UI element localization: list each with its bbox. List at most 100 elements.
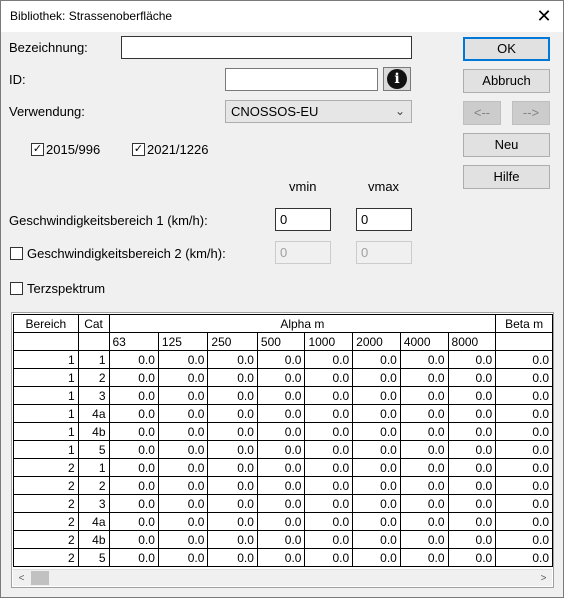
cell-alpha-8000[interactable]: 0.0 [447,368,497,387]
cell-alpha-8000[interactable]: 0.0 [447,458,497,477]
cell-alpha-250[interactable]: 0.0 [207,458,258,477]
cell-alpha-8000[interactable]: 0.0 [447,386,497,405]
cell-alpha-125[interactable]: 0.0 [157,440,209,459]
cell-alpha-1000[interactable]: 0.0 [304,422,354,441]
speed2-checkbox[interactable] [10,247,23,260]
cell-cat[interactable]: 2 [77,476,110,495]
cell-beta[interactable]: 0.0 [495,458,553,477]
cell-alpha-63[interactable]: 0.0 [108,476,159,495]
cell-alpha-8000[interactable]: 0.0 [447,548,497,567]
table-row[interactable]: 2 4b 0.0 0.0 0.0 0.0 0.0 0.0 0.0 0.0 0.0 [13,530,553,549]
cell-alpha-500[interactable]: 0.0 [256,440,306,459]
table-row[interactable]: 2 4a 0.0 0.0 0.0 0.0 0.0 0.0 0.0 0.0 0.0 [13,512,553,531]
cell-alpha-125[interactable]: 0.0 [157,494,209,513]
cell-alpha-63[interactable]: 0.0 [108,494,159,513]
cell-alpha-250[interactable]: 0.0 [207,476,258,495]
cell-alpha-500[interactable]: 0.0 [256,404,306,423]
cell-alpha-2000[interactable]: 0.0 [352,422,401,441]
scroll-right-icon[interactable]: > [535,571,552,586]
cell-cat[interactable]: 5 [77,548,110,567]
cell-alpha-250[interactable]: 0.0 [207,530,258,549]
cell-alpha-4000[interactable]: 0.0 [399,404,449,423]
table-row[interactable]: 1 2 0.0 0.0 0.0 0.0 0.0 0.0 0.0 0.0 0.0 [13,368,553,387]
cell-alpha-1000[interactable]: 0.0 [304,350,354,369]
coefficient-grid[interactable]: Bereich Cat Alpha m Beta m 63 125 250 500 10… [11,312,554,588]
cell-alpha-125[interactable]: 0.0 [157,422,209,441]
cell-alpha-63[interactable]: 0.0 [108,422,159,441]
cell-alpha-8000[interactable]: 0.0 [447,530,497,549]
close-icon[interactable]: ✕ [531,4,557,28]
cell-alpha-250[interactable]: 0.0 [207,548,258,567]
cell-alpha-1000[interactable]: 0.0 [304,404,354,423]
cell-alpha-4000[interactable]: 0.0 [399,512,449,531]
cell-alpha-250[interactable]: 0.0 [207,512,258,531]
cell-bereich[interactable]: 2 [13,476,79,495]
cell-alpha-125[interactable]: 0.0 [157,368,209,387]
cell-alpha-500[interactable]: 0.0 [256,422,306,441]
prev-button[interactable]: <-- [463,101,501,125]
speed2-vmin-input[interactable]: 0 [275,241,331,264]
cell-alpha-500[interactable]: 0.0 [256,476,306,495]
cell-alpha-2000[interactable]: 0.0 [352,476,401,495]
speed2-vmax-input[interactable]: 0 [356,241,412,264]
table-row[interactable]: 2 1 0.0 0.0 0.0 0.0 0.0 0.0 0.0 0.0 0.0 [13,458,553,477]
cell-alpha-500[interactable]: 0.0 [256,350,306,369]
cell-alpha-250[interactable]: 0.0 [207,368,258,387]
next-button[interactable]: --> [512,101,550,125]
cell-beta[interactable]: 0.0 [495,494,553,513]
table-row[interactable]: 2 5 0.0 0.0 0.0 0.0 0.0 0.0 0.0 0.0 0.0 [13,548,553,567]
scroll-left-icon[interactable]: < [13,571,30,586]
cell-alpha-8000[interactable]: 0.0 [447,512,497,531]
cell-beta[interactable]: 0.0 [495,404,553,423]
cell-alpha-250[interactable]: 0.0 [207,350,258,369]
cell-bereich[interactable]: 1 [13,440,79,459]
scroll-thumb[interactable] [31,571,49,585]
cell-alpha-125[interactable]: 0.0 [157,386,209,405]
cell-alpha-1000[interactable]: 0.0 [304,476,354,495]
horizontal-scrollbar[interactable]: < > [13,569,552,586]
cell-alpha-63[interactable]: 0.0 [108,440,159,459]
cell-cat[interactable]: 3 [77,386,110,405]
cell-alpha-1000[interactable]: 0.0 [304,458,354,477]
cell-alpha-2000[interactable]: 0.0 [352,404,401,423]
check-2015-checkbox[interactable]: ✓ [31,143,44,156]
cell-alpha-125[interactable]: 0.0 [157,548,209,567]
cell-beta[interactable]: 0.0 [495,476,553,495]
cell-alpha-2000[interactable]: 0.0 [352,386,401,405]
cell-alpha-500[interactable]: 0.0 [256,494,306,513]
cell-bereich[interactable]: 1 [13,368,79,387]
cell-alpha-2000[interactable]: 0.0 [352,494,401,513]
check-2021-checkbox[interactable]: ✓ [132,143,145,156]
cell-alpha-125[interactable]: 0.0 [157,530,209,549]
table-row[interactable]: 2 3 0.0 0.0 0.0 0.0 0.0 0.0 0.0 0.0 0.0 [13,494,553,513]
cell-cat[interactable]: 1 [77,458,110,477]
cell-cat[interactable]: 4a [77,512,110,531]
cell-bereich[interactable]: 1 [13,386,79,405]
cell-alpha-4000[interactable]: 0.0 [399,476,449,495]
id-input[interactable] [225,68,378,91]
cell-bereich[interactable]: 2 [13,512,79,531]
cell-alpha-4000[interactable]: 0.0 [399,530,449,549]
cell-beta[interactable]: 0.0 [495,386,553,405]
cell-beta[interactable]: 0.0 [495,512,553,531]
cell-alpha-2000[interactable]: 0.0 [352,458,401,477]
cell-alpha-125[interactable]: 0.0 [157,404,209,423]
cell-cat[interactable]: 2 [77,368,110,387]
cell-alpha-4000[interactable]: 0.0 [399,422,449,441]
verwendung-select[interactable]: CNOSSOS-EU ⌄ [225,100,412,123]
cell-alpha-1000[interactable]: 0.0 [304,530,354,549]
cell-alpha-63[interactable]: 0.0 [108,386,159,405]
cell-alpha-63[interactable]: 0.0 [108,404,159,423]
cell-alpha-1000[interactable]: 0.0 [304,548,354,567]
cell-bereich[interactable]: 2 [13,494,79,513]
cell-alpha-2000[interactable]: 0.0 [352,350,401,369]
cell-alpha-4000[interactable]: 0.0 [399,350,449,369]
cell-alpha-250[interactable]: 0.0 [207,386,258,405]
cell-alpha-500[interactable]: 0.0 [256,386,306,405]
table-row[interactable]: 1 5 0.0 0.0 0.0 0.0 0.0 0.0 0.0 0.0 0.0 [13,440,553,459]
cell-alpha-1000[interactable]: 0.0 [304,368,354,387]
table-row[interactable]: 2 2 0.0 0.0 0.0 0.0 0.0 0.0 0.0 0.0 0.0 [13,476,553,495]
cell-alpha-63[interactable]: 0.0 [108,368,159,387]
table-row[interactable]: 1 4b 0.0 0.0 0.0 0.0 0.0 0.0 0.0 0.0 0.0 [13,422,553,441]
cell-bereich[interactable]: 1 [13,404,79,423]
